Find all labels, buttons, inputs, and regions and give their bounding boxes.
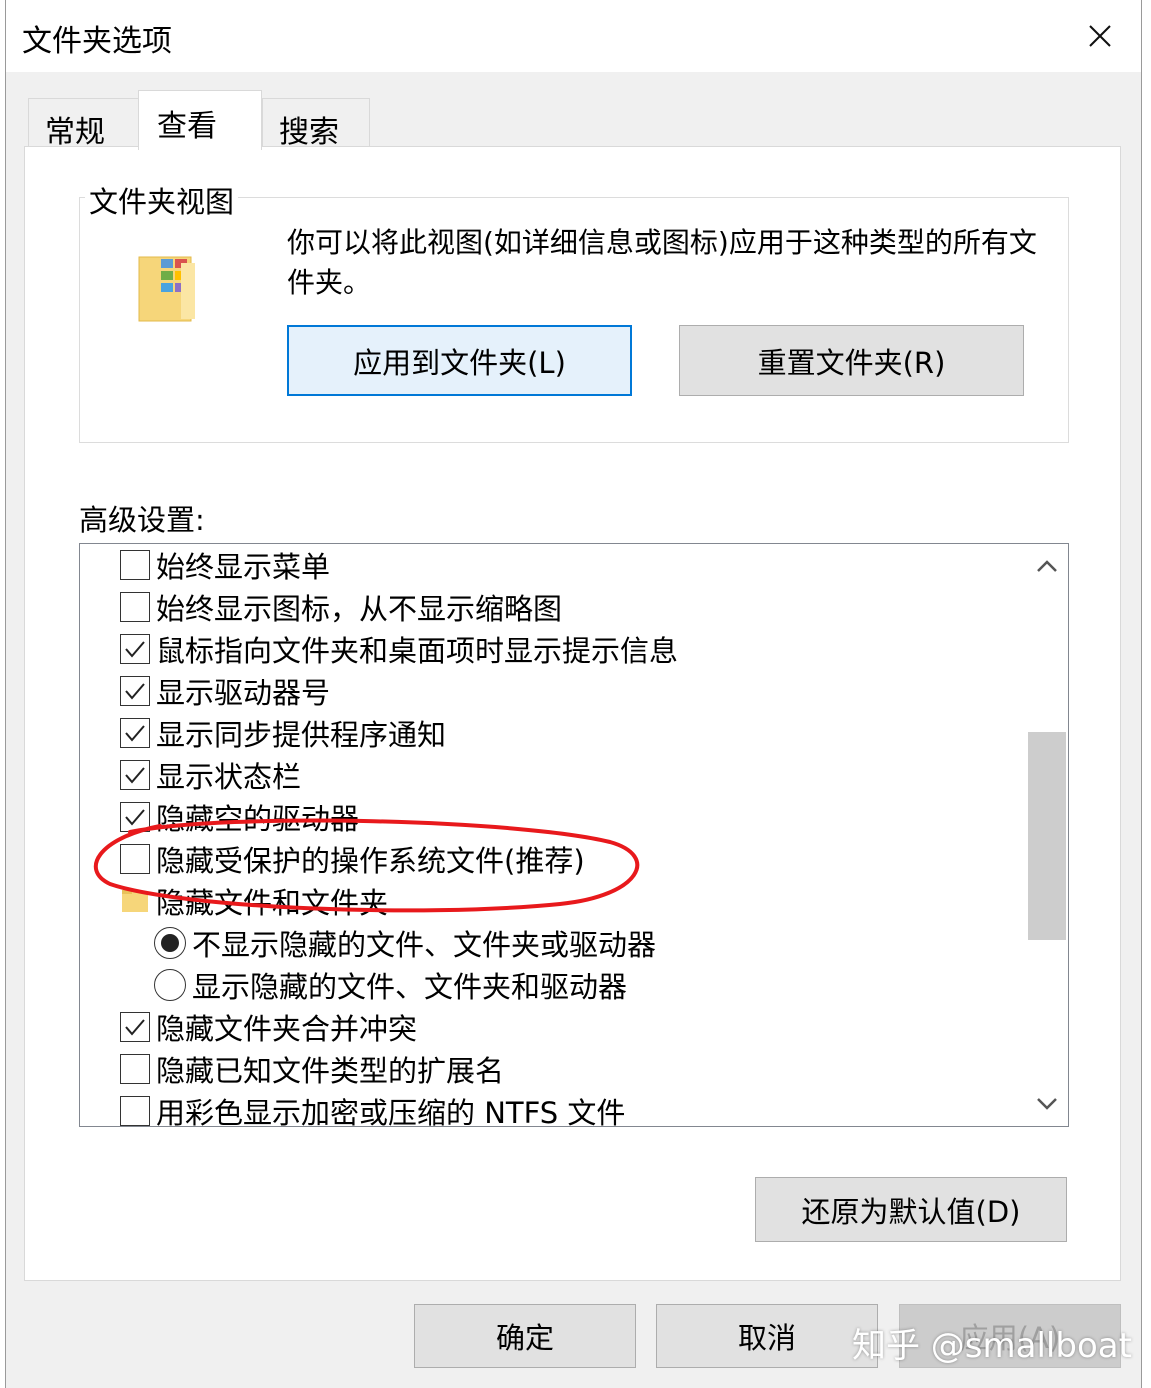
title-bar[interactable]: 文件夹选项 <box>6 0 1141 72</box>
tab-label: 搜索 <box>279 115 339 150</box>
setting-label: 始终显示菜单 <box>156 550 331 584</box>
setting-always-show-menus[interactable]: 始终显示菜单 <box>120 544 330 586</box>
setting-label: 隐藏文件和文件夹 <box>156 886 389 920</box>
radio[interactable] <box>154 969 186 1001</box>
checkbox[interactable] <box>120 592 150 622</box>
setting-show-popup-info[interactable]: 鼠标指向文件夹和桌面项时显示提示信息 <box>120 628 678 670</box>
checkmark-icon <box>125 641 145 658</box>
close-icon <box>1089 25 1111 47</box>
tab-general[interactable]: 常规 <box>28 98 140 150</box>
setting-hide-extensions[interactable]: 隐藏已知文件类型的扩展名 <box>120 1048 504 1090</box>
checkbox-checked[interactable] <box>120 718 150 748</box>
background-window-edge-right <box>1142 0 1151 1388</box>
scroll-thumb[interactable] <box>1028 732 1066 940</box>
setting-hide-merge-conflicts[interactable]: 隐藏文件夹合并冲突 <box>120 1006 417 1048</box>
folder-views-label: 文件夹视图 <box>85 179 239 221</box>
list-scrollbar[interactable] <box>1026 544 1068 1126</box>
folder-icon <box>122 890 148 912</box>
checkbox-checked[interactable] <box>120 802 150 832</box>
checkbox-checked[interactable] <box>120 1012 150 1042</box>
setting-always-show-icons[interactable]: 始终显示图标，从不显示缩略图 <box>120 586 562 628</box>
setting-hide-empty-drives[interactable]: 隐藏空的驱动器 <box>120 796 359 838</box>
checkmark-icon <box>125 809 145 826</box>
checkbox[interactable] <box>120 1096 150 1126</box>
checkmark-icon <box>125 725 145 742</box>
setting-label: 鼠标指向文件夹和桌面项时显示提示信息 <box>156 634 679 668</box>
setting-show-sync-notifications[interactable]: 显示同步提供程序通知 <box>120 712 446 754</box>
setting-hidden-files-folders-group: 隐藏文件和文件夹 <box>120 880 388 922</box>
checkbox[interactable] <box>120 550 150 580</box>
folder-options-dialog: 文件夹选项 常规 查看 搜索 文件夹视图 你可以将此视图(如详细信息或图标)应用… <box>5 0 1142 1388</box>
setting-hide-protected-os-files[interactable]: 隐藏受保护的操作系统文件(推荐) <box>120 838 585 880</box>
setting-color-ntfs-files[interactable]: 用彩色显示加密或压缩的 NTFS 文件 <box>120 1090 626 1127</box>
scroll-down-button[interactable] <box>1026 1082 1068 1126</box>
setting-label: 用彩色显示加密或压缩的 NTFS 文件 <box>156 1096 626 1127</box>
ok-button[interactable]: 确定 <box>414 1304 636 1368</box>
setting-label: 显示隐藏的文件、文件夹和驱动器 <box>192 970 628 1004</box>
checkbox[interactable] <box>120 844 150 874</box>
radio-selected[interactable] <box>154 927 186 959</box>
checkbox[interactable] <box>120 1054 150 1084</box>
chevron-up-icon <box>1037 560 1057 572</box>
window-title: 文件夹选项 <box>22 24 172 59</box>
setting-label: 显示同步提供程序通知 <box>156 718 447 752</box>
scroll-up-button[interactable] <box>1026 544 1068 588</box>
checkbox-checked[interactable] <box>120 760 150 790</box>
view-tab-panel: 文件夹视图 你可以将此视图(如详细信息或图标)应用于这种类型的所有文件夹。 应用… <box>24 146 1121 1281</box>
setting-label: 不显示隐藏的文件、文件夹或驱动器 <box>192 928 657 962</box>
tab-view[interactable]: 查看 <box>138 90 262 150</box>
folder-views-description: 你可以将此视图(如详细信息或图标)应用于这种类型的所有文件夹。 <box>287 226 1037 299</box>
tab-label: 查看 <box>157 109 217 144</box>
setting-label: 显示状态栏 <box>156 760 302 794</box>
setting-label: 隐藏受保护的操作系统文件(推荐) <box>156 844 585 878</box>
cancel-button[interactable]: 取消 <box>656 1304 878 1368</box>
setting-label: 始终显示图标，从不显示缩略图 <box>156 592 563 626</box>
setting-show-status-bar[interactable]: 显示状态栏 <box>120 754 301 796</box>
checkmark-icon <box>125 1019 145 1036</box>
checkmark-icon <box>125 767 145 784</box>
tab-label: 常规 <box>45 115 105 150</box>
setting-show-hidden[interactable]: 显示隐藏的文件、文件夹和驱动器 <box>154 964 627 1006</box>
advanced-settings-label: 高级设置: <box>79 503 205 537</box>
advanced-settings-list[interactable]: 始终显示菜单 始终显示图标，从不显示缩略图 鼠标指向文件夹和桌面项时显示提示信息… <box>79 543 1069 1127</box>
restore-defaults-button[interactable]: 还原为默认值(D) <box>755 1177 1067 1242</box>
close-button[interactable] <box>1070 10 1130 62</box>
radio-dot <box>161 934 179 952</box>
reset-folders-button[interactable]: 重置文件夹(R) <box>679 325 1024 396</box>
setting-label: 隐藏已知文件类型的扩展名 <box>156 1054 505 1088</box>
setting-label: 隐藏空的驱动器 <box>156 802 360 836</box>
setting-dont-show-hidden[interactable]: 不显示隐藏的文件、文件夹或驱动器 <box>154 922 656 964</box>
setting-show-drive-letters[interactable]: 显示驱动器号 <box>120 670 330 712</box>
apply-to-folders-button[interactable]: 应用到文件夹(L) <box>287 325 632 396</box>
checkmark-icon <box>125 683 145 700</box>
tab-search[interactable]: 搜索 <box>262 98 370 150</box>
watermark-text: 知乎 @smallboat <box>852 1326 1132 1366</box>
chevron-down-icon <box>1037 1098 1057 1110</box>
setting-label: 显示驱动器号 <box>156 676 331 710</box>
setting-label: 隐藏文件夹合并冲突 <box>156 1012 418 1046</box>
checkbox-checked[interactable] <box>120 676 150 706</box>
checkbox-checked[interactable] <box>120 634 150 664</box>
folder-views-icon <box>138 256 195 322</box>
